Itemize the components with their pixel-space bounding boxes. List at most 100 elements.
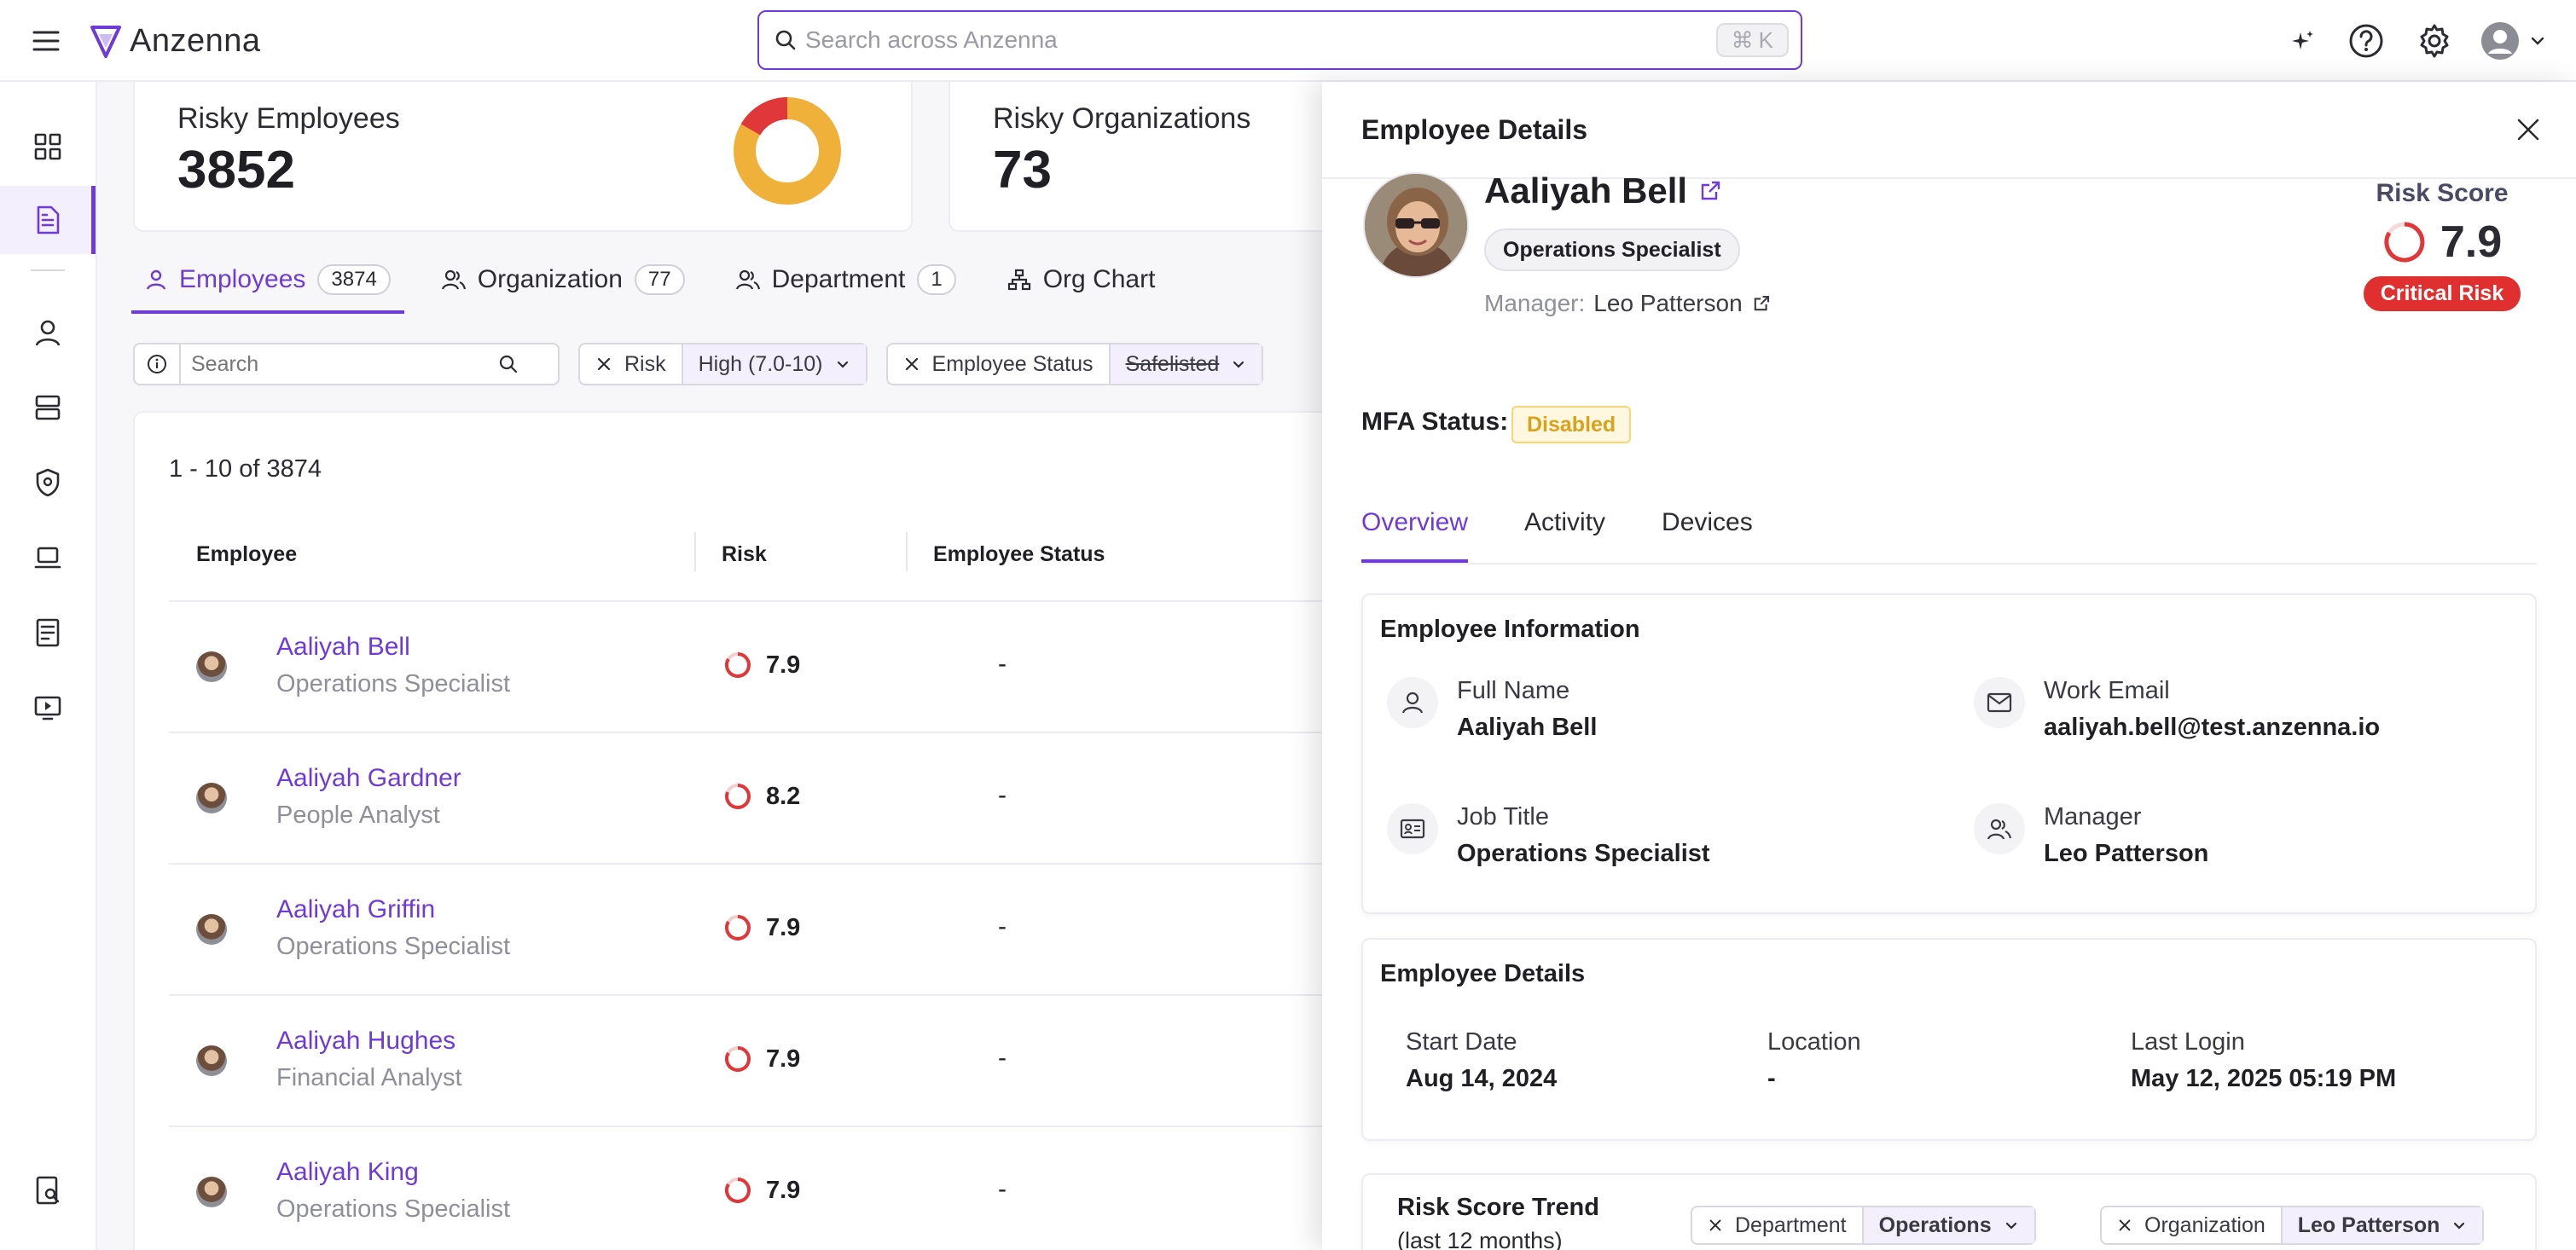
id-card-icon — [1387, 803, 1438, 854]
info-full-name: Full Name Aaliyah Bell — [1387, 677, 1597, 742]
table-row[interactable]: Aaliyah Griffin Operations Specialist 7.… — [169, 865, 1377, 996]
servers-icon[interactable] — [0, 373, 96, 442]
department-filter: Department Operations — [1691, 1206, 2036, 1245]
risk-ring-icon — [725, 784, 751, 809]
info-label: Full Name — [1457, 677, 1570, 704]
tab-organization[interactable]: Organization 77 — [428, 249, 699, 310]
risk-score-label: Risk Score — [2376, 179, 2509, 207]
devices-laptop-icon[interactable] — [0, 524, 96, 592]
people-group-icon — [441, 269, 466, 290]
risk-level-badge: Critical Risk — [2363, 276, 2521, 311]
info-value[interactable]: aaliyah.bell@test.anzenna.io — [2044, 714, 2380, 742]
employee-status: - — [998, 1175, 1007, 1203]
filter-value: Operations — [1878, 1212, 1992, 1237]
employee-title: Financial Analyst — [276, 1064, 462, 1091]
risk-ring-icon — [725, 1178, 751, 1203]
tab-overview[interactable]: Overview — [1361, 505, 1469, 563]
employee-title: Operations Specialist — [276, 933, 511, 960]
app-logo[interactable]: Anzenna — [85, 17, 261, 65]
reports-document-icon[interactable] — [0, 186, 96, 254]
column-header-status[interactable]: Employee Status — [933, 542, 1105, 567]
hamburger-menu-icon[interactable] — [29, 24, 63, 58]
organization-filter: Organization Leo Patterson — [2100, 1206, 2485, 1245]
detail-last-login: Last Login May 12, 2025 05:19 PM — [2131, 1028, 2396, 1093]
risk-trend-panel: Risk Score Trend (last 12 months) Depart… — [1361, 1173, 2537, 1250]
table-row[interactable]: Aaliyah King Operations Specialist 7.9 - — [169, 1127, 1377, 1250]
remove-risk-filter[interactable]: Risk — [580, 344, 682, 384]
tab-employees[interactable]: Employees 3874 — [131, 249, 404, 314]
tab-label: Employees — [179, 265, 306, 293]
organization-filter-value[interactable]: Leo Patterson — [2280, 1207, 2483, 1243]
remove-status-filter[interactable]: Employee Status — [888, 344, 1109, 384]
column-header-employee[interactable]: Employee — [196, 542, 297, 567]
risk-filter: Risk High (7.0-10) — [578, 343, 867, 385]
employee-name-link[interactable]: Aaliyah Bell — [276, 633, 410, 662]
person-icon — [146, 269, 166, 290]
employee-search-input[interactable] — [191, 351, 498, 377]
employee-search[interactable] — [133, 343, 560, 385]
risky-organizations-card[interactable]: Risky Organizations 73 — [949, 82, 1377, 232]
external-link-icon[interactable] — [1697, 178, 1723, 204]
employee-name-link[interactable]: Aaliyah King — [276, 1158, 419, 1187]
employee-name-link[interactable]: Aaliyah Hughes — [276, 1027, 455, 1056]
filter-label: Risk — [624, 351, 666, 376]
column-header-risk[interactable]: Risk — [722, 542, 767, 567]
shortcut-key: K — [1758, 26, 1773, 53]
risk-ring-icon — [2384, 222, 2425, 263]
risky-employees-card[interactable]: Risky Employees 3852 — [133, 82, 913, 232]
stat-label: Risky Organizations — [993, 102, 1251, 135]
tab-devices[interactable]: Devices — [1662, 505, 1753, 563]
tab-org-chart[interactable]: Org Chart — [994, 249, 1169, 310]
user-menu[interactable] — [2480, 20, 2552, 61]
sparkles-icon[interactable] — [2283, 20, 2324, 61]
table-row[interactable]: Aaliyah Gardner People Analyst 8.2 - — [169, 733, 1377, 865]
remove-department-filter[interactable]: Department — [1692, 1207, 1862, 1243]
tab-department[interactable]: Department 1 — [722, 249, 970, 310]
search-icon[interactable] — [498, 354, 519, 374]
risk-filter-value[interactable]: High (7.0-10) — [681, 344, 866, 384]
employee-details-subpanel: Employee Details Start Date Aug 14, 2024… — [1361, 938, 2537, 1141]
audit-log-icon[interactable] — [0, 599, 96, 667]
search-report-icon[interactable] — [0, 1156, 96, 1224]
info-label: Manager — [2044, 803, 2142, 830]
employee-status: - — [998, 781, 1007, 809]
info-manager: Manager Leo Patterson — [1974, 803, 2208, 868]
detail-label: Last Login — [2131, 1028, 2245, 1056]
security-shield-icon[interactable] — [0, 448, 96, 517]
employee-name-link[interactable]: Aaliyah Griffin — [276, 895, 435, 924]
filter-bar: Risk High (7.0-10) Employee Status Safel… — [133, 343, 1264, 385]
panel-title: Employee Details — [1380, 960, 1586, 987]
info-icon[interactable] — [135, 344, 181, 384]
status-filter-value[interactable]: Safelisted — [1108, 344, 1262, 384]
employee-details-panel: Employee Details Aaliyah Bell Operations… — [1322, 82, 2576, 1250]
close-icon — [597, 357, 611, 371]
org-chart-icon — [1007, 269, 1030, 291]
chevron-down-icon — [2454, 1222, 2465, 1230]
employees-table: 1 - 10 of 3874 Employee Risk Employee St… — [133, 411, 1377, 1250]
table-row[interactable]: Aaliyah Bell Operations Specialist 7.9 - — [169, 602, 1377, 733]
external-link-icon[interactable] — [1751, 293, 1772, 314]
department-filter-value[interactable]: Operations — [1861, 1207, 2034, 1243]
risk-ring-icon — [725, 652, 751, 678]
training-video-icon[interactable] — [0, 674, 96, 742]
remove-organization-filter[interactable]: Organization — [2102, 1207, 2281, 1243]
employee-title: Operations Specialist — [276, 1195, 511, 1223]
mfa-status-badge: Disabled — [1511, 406, 1632, 443]
table-row[interactable]: Aaliyah Hughes Financial Analyst 7.9 - — [169, 996, 1377, 1127]
detail-start-date: Start Date Aug 14, 2024 — [1406, 1028, 1557, 1093]
manager-link[interactable]: Leo Patterson — [1593, 290, 1742, 317]
risk-ring-icon — [725, 1046, 751, 1072]
help-icon[interactable] — [2346, 20, 2387, 61]
info-job-title: Job Title Operations Specialist — [1387, 803, 1710, 868]
chevron-down-icon — [1233, 361, 1244, 368]
employee-name-link[interactable]: Aaliyah Gardner — [276, 764, 461, 793]
employee-name: Aaliyah Bell — [1484, 171, 1723, 211]
tab-activity[interactable]: Activity — [1524, 505, 1605, 563]
employees-person-icon[interactable] — [0, 298, 96, 367]
global-search[interactable]: Search across Anzenna ⌘ K — [757, 10, 1802, 70]
close-icon[interactable] — [2515, 116, 2542, 143]
panel-header: Employee Details — [1322, 82, 2576, 179]
dashboard-icon[interactable] — [0, 113, 96, 181]
gear-icon[interactable] — [2414, 20, 2455, 61]
detail-value: - — [1767, 1065, 1776, 1092]
